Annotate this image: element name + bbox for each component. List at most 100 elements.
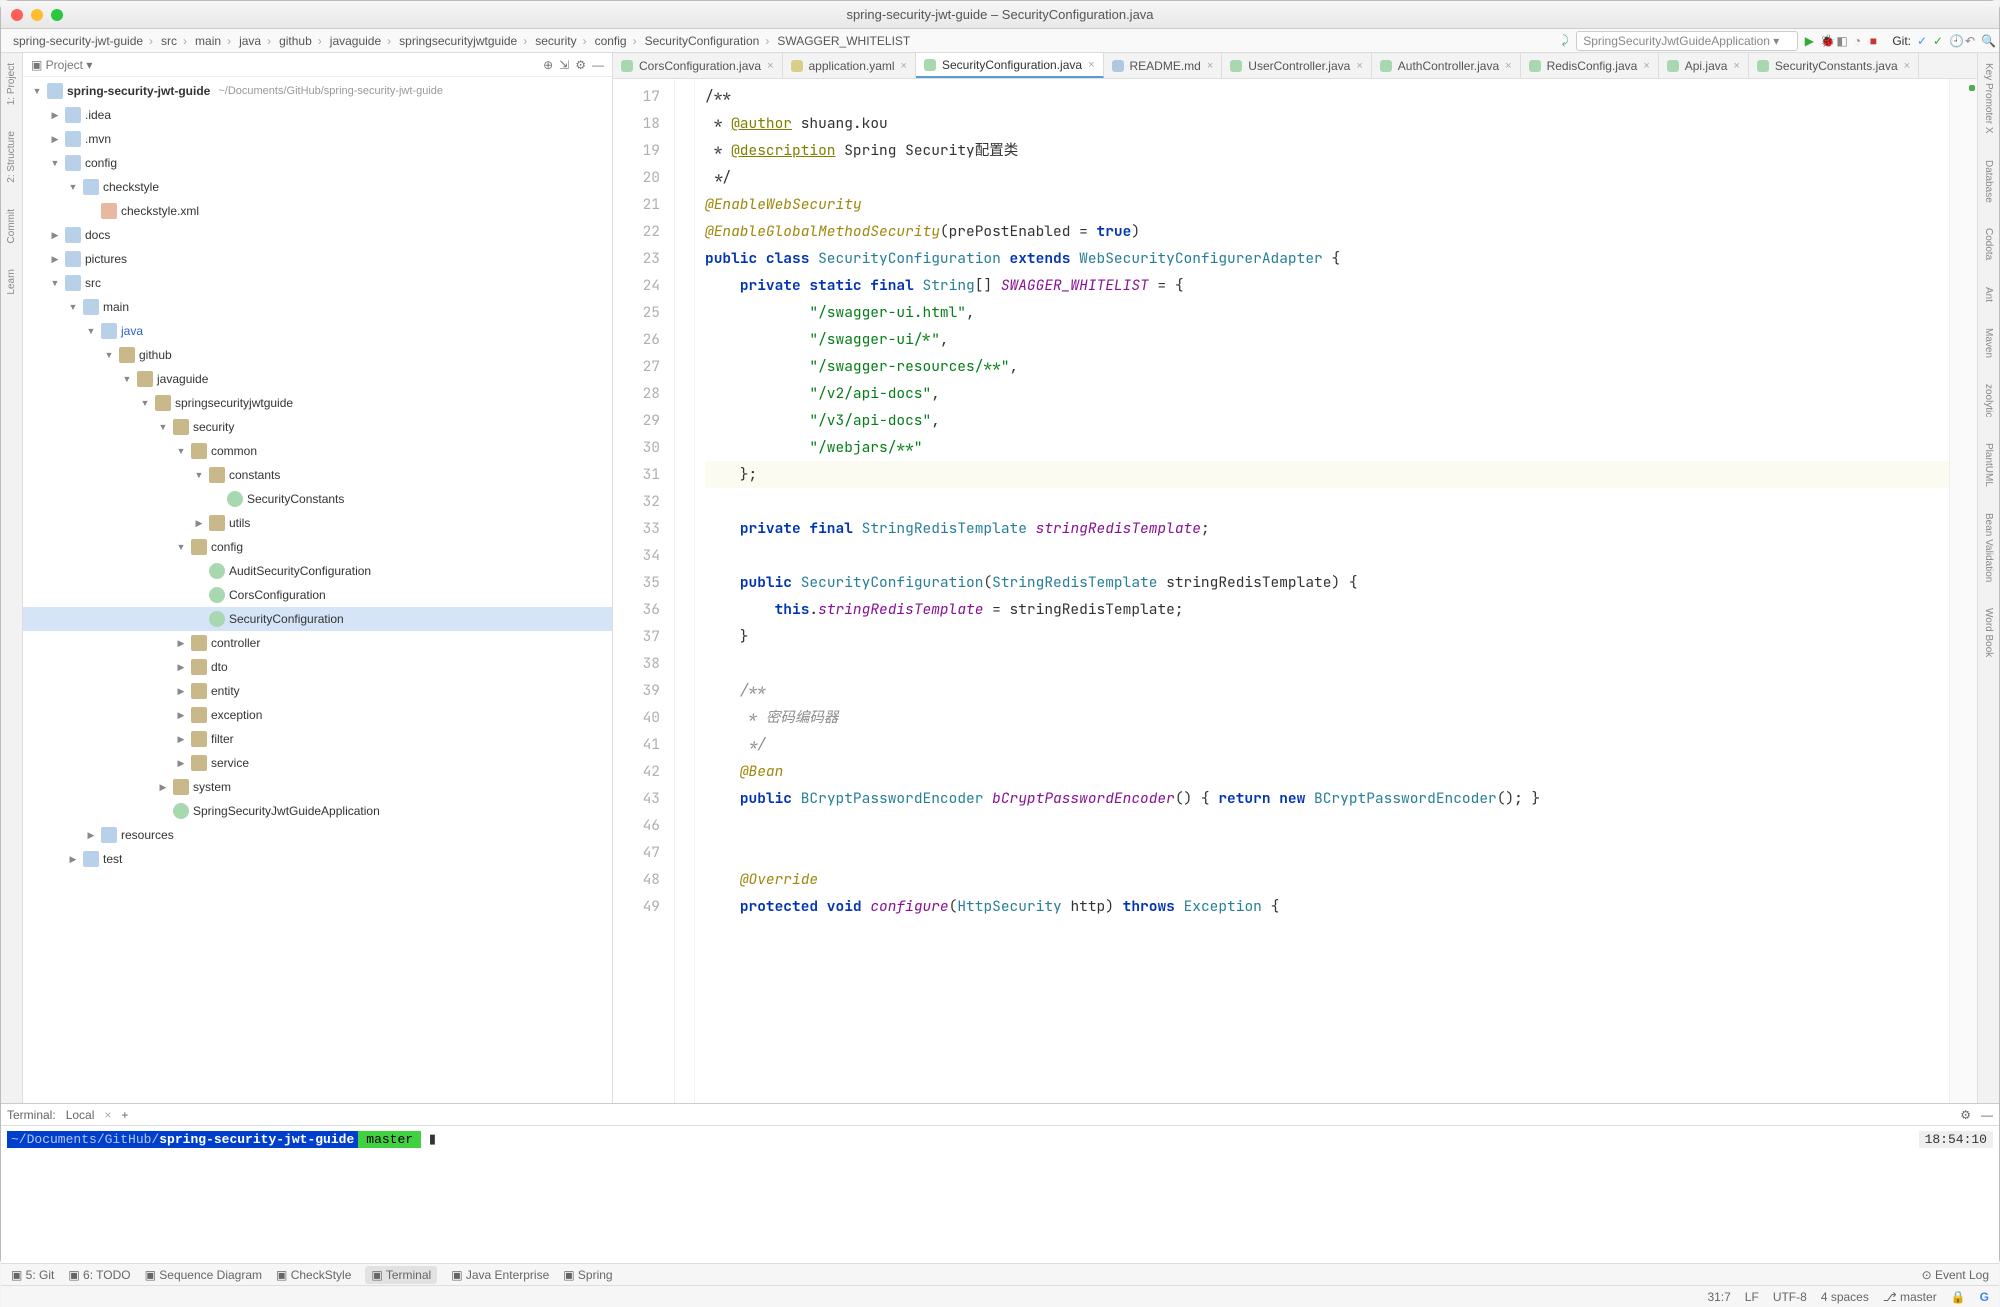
tree-row[interactable]: ▼javaguide xyxy=(23,367,612,391)
tree-row[interactable]: checkstyle.xml xyxy=(23,199,612,223)
tree-row[interactable]: ▶test xyxy=(23,847,612,871)
status-line-sep[interactable]: LF xyxy=(1745,1290,1759,1304)
expand-arrow-icon[interactable]: ▶ xyxy=(85,830,97,841)
tree-row[interactable]: ▼spring-security-jwt-guide~/Documents/Gi… xyxy=(23,79,612,103)
tree-row[interactable]: ▼src xyxy=(23,271,612,295)
vcs-revert-icon[interactable]: ↶ xyxy=(1965,34,1975,48)
editor-tab[interactable]: application.yaml× xyxy=(783,53,916,78)
terminal-hide-icon[interactable]: — xyxy=(1981,1108,1993,1122)
gear-icon[interactable]: ⚙ xyxy=(575,58,586,72)
left-tool[interactable]: Commit xyxy=(6,209,17,243)
profile-icon[interactable]: ◔ xyxy=(1852,34,1862,48)
expand-arrow-icon[interactable]: ▼ xyxy=(49,278,61,288)
tree-row[interactable]: ▼checkstyle xyxy=(23,175,612,199)
breadcrumb-item[interactable]: spring-security-jwt-guide xyxy=(9,34,157,48)
right-tool[interactable]: Word Book xyxy=(1983,608,1994,657)
bottom-tab[interactable]: ▣ 5: Git xyxy=(11,1268,54,1282)
status-caret[interactable]: 31:7 xyxy=(1707,1290,1730,1304)
expand-arrow-icon[interactable]: ▼ xyxy=(175,446,187,456)
editor-tab[interactable]: SecurityConfiguration.java× xyxy=(916,53,1104,78)
right-tool[interactable]: Key Promoter X xyxy=(1983,63,1994,134)
tree-row[interactable]: ▼common xyxy=(23,439,612,463)
editor-tab[interactable]: Api.java× xyxy=(1659,53,1749,78)
close-tab-icon[interactable]: × xyxy=(1207,60,1213,72)
breadcrumb-item[interactable]: src xyxy=(157,34,191,48)
expand-arrow-icon[interactable]: ▶ xyxy=(67,854,79,865)
breadcrumb-item[interactable]: springsecurityjwtguide xyxy=(395,34,531,48)
tree-row[interactable]: ▼config xyxy=(23,535,612,559)
expand-arrow-icon[interactable]: ▶ xyxy=(175,734,187,745)
breadcrumb-item[interactable]: java xyxy=(235,34,275,48)
expand-arrow-icon[interactable]: ▶ xyxy=(175,638,187,649)
vcs-commit-icon[interactable]: ✓ xyxy=(1933,34,1943,48)
bottom-tab[interactable]: ▣ Java Enterprise xyxy=(451,1268,549,1282)
right-tool[interactable]: Maven xyxy=(1983,328,1994,358)
tree-row[interactable]: CorsConfiguration xyxy=(23,583,612,607)
editor-tab[interactable]: UserController.java× xyxy=(1222,53,1371,78)
expand-arrow-icon[interactable]: ▶ xyxy=(175,662,187,673)
tree-row[interactable]: ▼java xyxy=(23,319,612,343)
tree-row[interactable]: SpringSecurityJwtGuideApplication xyxy=(23,799,612,823)
bottom-tab[interactable]: ▣ Terminal xyxy=(365,1266,437,1284)
close-tab-icon[interactable]: × xyxy=(1505,60,1511,72)
bottom-tab[interactable]: ▣ CheckStyle xyxy=(276,1268,351,1282)
expand-arrow-icon[interactable]: ▶ xyxy=(175,710,187,721)
breadcrumb-item[interactable]: config xyxy=(591,34,641,48)
expand-arrow-icon[interactable]: ▼ xyxy=(139,398,151,408)
breadcrumb-item[interactable]: security xyxy=(531,34,590,48)
left-tool[interactable]: Learn xyxy=(6,269,17,295)
expand-arrow-icon[interactable]: ▼ xyxy=(103,350,115,360)
right-tool[interactable]: zoolytic xyxy=(1983,384,1994,417)
right-tool[interactable]: Ant xyxy=(1983,287,1994,302)
minimap[interactable] xyxy=(1949,79,1977,1103)
expand-arrow-icon[interactable]: ▶ xyxy=(175,758,187,769)
tree-row[interactable]: ▼github xyxy=(23,343,612,367)
tree-row[interactable]: ▶service xyxy=(23,751,612,775)
expand-arrow-icon[interactable]: ▶ xyxy=(175,686,187,697)
expand-arrow-icon[interactable]: ▼ xyxy=(49,158,61,168)
tree-row[interactable]: ▶dto xyxy=(23,655,612,679)
vcs-history-icon[interactable]: 🕘 xyxy=(1949,34,1959,48)
expand-arrow-icon[interactable]: ▼ xyxy=(193,470,205,480)
tree-row[interactable]: AuditSecurityConfiguration xyxy=(23,559,612,583)
breadcrumb-item[interactable]: github xyxy=(275,34,326,48)
vcs-update-icon[interactable]: ✓ xyxy=(1917,34,1927,48)
build-icon[interactable]: ⤸ xyxy=(1560,33,1570,48)
expand-arrow-icon[interactable]: ▼ xyxy=(157,422,169,432)
terminal-new-tab-icon[interactable]: + xyxy=(121,1108,128,1122)
expand-arrow-icon[interactable]: ▼ xyxy=(175,542,187,552)
tree-row[interactable]: ▶controller xyxy=(23,631,612,655)
expand-arrow-icon[interactable]: ▼ xyxy=(67,182,79,192)
code-editor[interactable]: /** * @author shuang.kou * @description … xyxy=(695,79,1949,1103)
lock-icon[interactable]: 🔒 xyxy=(1951,1290,1966,1304)
run-icon[interactable]: ▶ xyxy=(1804,34,1814,48)
tree-row[interactable]: ▶resources xyxy=(23,823,612,847)
stop-icon[interactable]: ■ xyxy=(1868,34,1878,48)
debug-icon[interactable]: 🐞 xyxy=(1820,34,1830,48)
tree-row[interactable]: ▶docs xyxy=(23,223,612,247)
breadcrumb-item[interactable]: SecurityConfiguration xyxy=(641,34,774,48)
right-tool[interactable]: Bean Validation xyxy=(1983,513,1994,582)
editor-tab[interactable]: AuthController.java× xyxy=(1372,53,1521,78)
tree-row[interactable]: ▼main xyxy=(23,295,612,319)
breadcrumb-item[interactable]: javaguide xyxy=(326,34,395,48)
terminal-body[interactable]: ~/Documents/GitHub/spring-security-jwt-g… xyxy=(1,1126,1999,1263)
tree-row[interactable]: ▶utils xyxy=(23,511,612,535)
tree-row[interactable]: ▶system xyxy=(23,775,612,799)
tree-row[interactable]: ▼constants xyxy=(23,463,612,487)
status-branch[interactable]: ⎇ master xyxy=(1883,1290,1937,1304)
expand-arrow-icon[interactable]: ▶ xyxy=(49,134,61,145)
event-log[interactable]: ⊙ Event Log xyxy=(1922,1268,1989,1282)
bottom-tab[interactable]: ▣ Spring xyxy=(563,1268,612,1282)
tree-row[interactable]: ▶pictures xyxy=(23,247,612,271)
tree-row[interactable]: ▼springsecurityjwtguide xyxy=(23,391,612,415)
expand-arrow-icon[interactable]: ▶ xyxy=(157,782,169,793)
expand-arrow-icon[interactable]: ▼ xyxy=(67,302,79,312)
google-icon[interactable]: G xyxy=(1980,1290,1989,1304)
search-icon[interactable]: 🔍 xyxy=(1981,34,1991,48)
expand-arrow-icon[interactable]: ▶ xyxy=(49,254,61,265)
editor-tab[interactable]: CorsConfiguration.java× xyxy=(613,53,783,78)
collapse-icon[interactable]: ⇲ xyxy=(559,58,569,72)
tree-row[interactable]: ▼config xyxy=(23,151,612,175)
close-tab-icon[interactable]: × xyxy=(1904,60,1910,72)
